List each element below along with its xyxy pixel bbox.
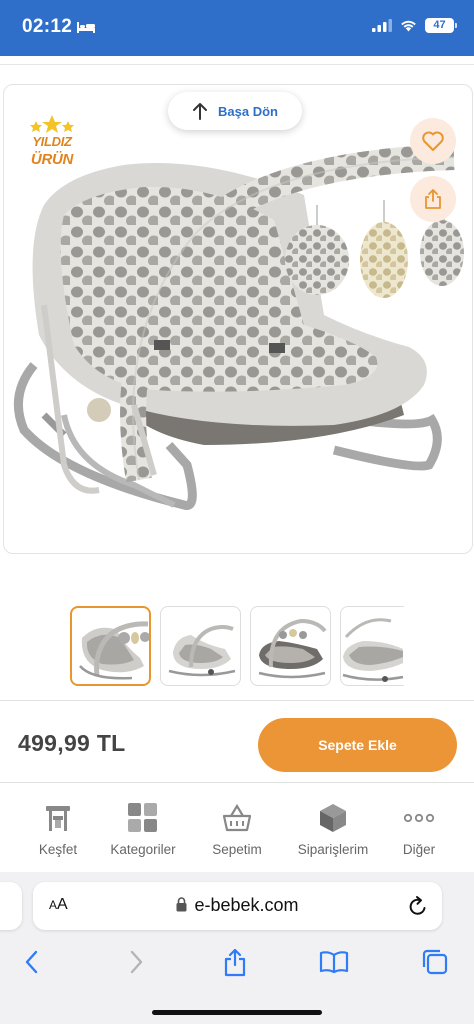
share-page-button[interactable] (219, 946, 251, 978)
heart-icon (422, 131, 444, 151)
url-display[interactable]: e-bebek.com (33, 895, 442, 916)
star-product-badge: YILDIZ ÜRÜN (22, 114, 82, 176)
forward-button[interactable] (120, 946, 152, 978)
thumbnail-strip (70, 606, 404, 686)
product-price: 499,99 TL (18, 730, 126, 756)
wifi-icon (401, 20, 416, 32)
url-text: e-bebek.com (194, 895, 299, 915)
thumbnail[interactable] (70, 606, 151, 686)
previous-tab-preview[interactable] (0, 882, 22, 930)
add-to-cart-button[interactable]: Sepete Ekle (258, 718, 457, 772)
lock-icon (176, 897, 187, 912)
book-icon (319, 951, 349, 974)
battery-indicator: 47 (425, 18, 457, 33)
tab-more[interactable]: Diğer (372, 792, 466, 866)
bottom-tab-bar: Keşfet Kategoriler Sepetim Siparişlerim … (0, 792, 474, 866)
share-icon (425, 189, 441, 209)
tab-label: Siparişlerim (297, 842, 369, 857)
address-bar[interactable]: AA e-bebek.com (33, 882, 442, 930)
signal-icon (372, 19, 392, 32)
back-button[interactable] (16, 946, 48, 978)
tab-label: Diğer (402, 842, 436, 857)
tab-cart[interactable]: Sepetim (190, 792, 284, 866)
thumbnail[interactable] (250, 606, 331, 686)
chevron-left-icon (25, 950, 38, 974)
categories-icon (125, 800, 161, 836)
tab-label: Sepetim (212, 842, 262, 857)
back-to-top-button[interactable]: Başa Dön (168, 92, 302, 130)
thumbnail-image (168, 625, 236, 677)
chevron-right-icon (130, 950, 143, 974)
stars-icon (30, 115, 74, 133)
bookmarks-button[interactable] (318, 946, 350, 978)
badge-line2: ÜRÜN (30, 151, 74, 168)
tab-categories[interactable]: Kategoriler (96, 792, 190, 866)
arrow-up-icon (193, 103, 208, 120)
cart-icon (219, 800, 255, 836)
thumbnail-image (258, 618, 327, 679)
tab-discover[interactable]: Keşfet (11, 792, 105, 866)
back-to-top-label: Başa Dön (218, 103, 278, 119)
thumbnail[interactable] (160, 606, 241, 686)
tab-label: Keşfet (38, 842, 78, 857)
browser-nav-row (0, 946, 474, 978)
badge-line1: YILDIZ (32, 134, 72, 149)
header-divider (0, 64, 474, 65)
divider (0, 700, 474, 701)
divider (0, 782, 474, 783)
discover-icon (40, 800, 76, 836)
thumbnail[interactable] (340, 606, 404, 686)
sleep-mode-icon (77, 22, 95, 33)
thumbnail-image (342, 618, 404, 682)
thumbnail-image (79, 621, 149, 680)
reload-icon[interactable] (408, 895, 428, 917)
status-time: 02:12 (22, 16, 73, 37)
home-indicator (152, 1010, 322, 1015)
favorite-button[interactable] (410, 118, 456, 164)
more-icon (401, 800, 437, 836)
share-button[interactable] (410, 176, 456, 222)
share-icon (224, 948, 246, 977)
browser-toolbar: AA e-bebek.com (0, 872, 474, 1024)
status-bar: 02:12 47 (0, 0, 474, 56)
orders-icon (315, 800, 351, 836)
tab-label: Kategoriler (110, 842, 176, 857)
tab-orders[interactable]: Siparişlerim (286, 792, 380, 866)
tabs-button[interactable] (419, 946, 451, 978)
tabs-icon (422, 949, 448, 975)
